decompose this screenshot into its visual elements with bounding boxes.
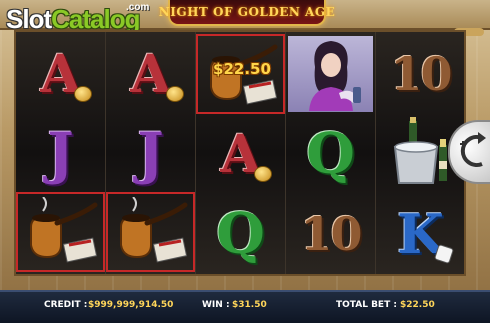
total-bet-value: $22.50 xyxy=(400,300,435,310)
letter-A: A xyxy=(130,43,171,105)
symbol-A: A xyxy=(16,34,105,114)
coins-icon xyxy=(166,86,184,102)
symbol-Q: Q xyxy=(286,114,375,194)
symbol-A: A xyxy=(106,34,195,114)
logo-com-text: .com xyxy=(126,2,150,13)
letter-Q: Q xyxy=(216,201,265,267)
coins-icon xyxy=(74,86,92,102)
game-title: NIGHT OF GOLDEN AGE xyxy=(158,5,336,19)
number-10: 10 xyxy=(300,207,362,261)
spin-button-icon xyxy=(460,132,486,167)
letter-J: J xyxy=(137,121,164,187)
letter-J: J xyxy=(47,121,74,187)
reel-4: Q 10 xyxy=(286,32,376,274)
symbol-10: 10 xyxy=(376,34,465,114)
reel-grid: A J A J $22.50 A Q Q 10 10 K xyxy=(14,30,466,276)
slot-game-screen: Slot Catalog .com NIGHT OF GOLDEN AGE A … xyxy=(0,0,490,323)
credit-label: CREDIT : xyxy=(44,300,88,310)
number-10: 10 xyxy=(390,47,452,101)
pipe-icon xyxy=(119,197,187,263)
symbol-K: K xyxy=(376,194,465,274)
pipe-icon xyxy=(29,197,97,263)
coins-icon xyxy=(254,166,272,182)
reel-1: A J xyxy=(16,32,106,274)
symbol-pipe-win xyxy=(106,192,195,272)
spin-button[interactable] xyxy=(448,120,490,184)
symbol-pipe-win xyxy=(16,192,105,272)
win-payout: $22.50 xyxy=(213,60,271,78)
symbol-J: J xyxy=(16,114,105,194)
lady-character xyxy=(308,41,361,111)
symbol-10: 10 xyxy=(286,194,375,274)
win-value: $31.50 xyxy=(232,300,267,310)
credit-value: $999,999,914.50 xyxy=(88,300,174,310)
win-label: WIN : xyxy=(202,300,230,310)
reel-2: A J xyxy=(106,32,196,274)
symbol-A: A xyxy=(196,114,285,194)
symbol-Q: Q xyxy=(196,194,285,274)
symbol-J: J xyxy=(106,114,195,194)
status-bar: CREDIT : $999,999,914.50 WIN : $31.50 TO… xyxy=(0,290,490,323)
letter-Q: Q xyxy=(306,121,355,187)
reel-3: $22.50 A Q xyxy=(196,32,286,274)
symbol-lady xyxy=(286,34,375,114)
game-title-plate: NIGHT OF GOLDEN AGE xyxy=(159,0,335,26)
symbol-pipe-win: $22.50 xyxy=(196,34,285,114)
total-bet-label: TOTAL BET : xyxy=(336,300,397,310)
